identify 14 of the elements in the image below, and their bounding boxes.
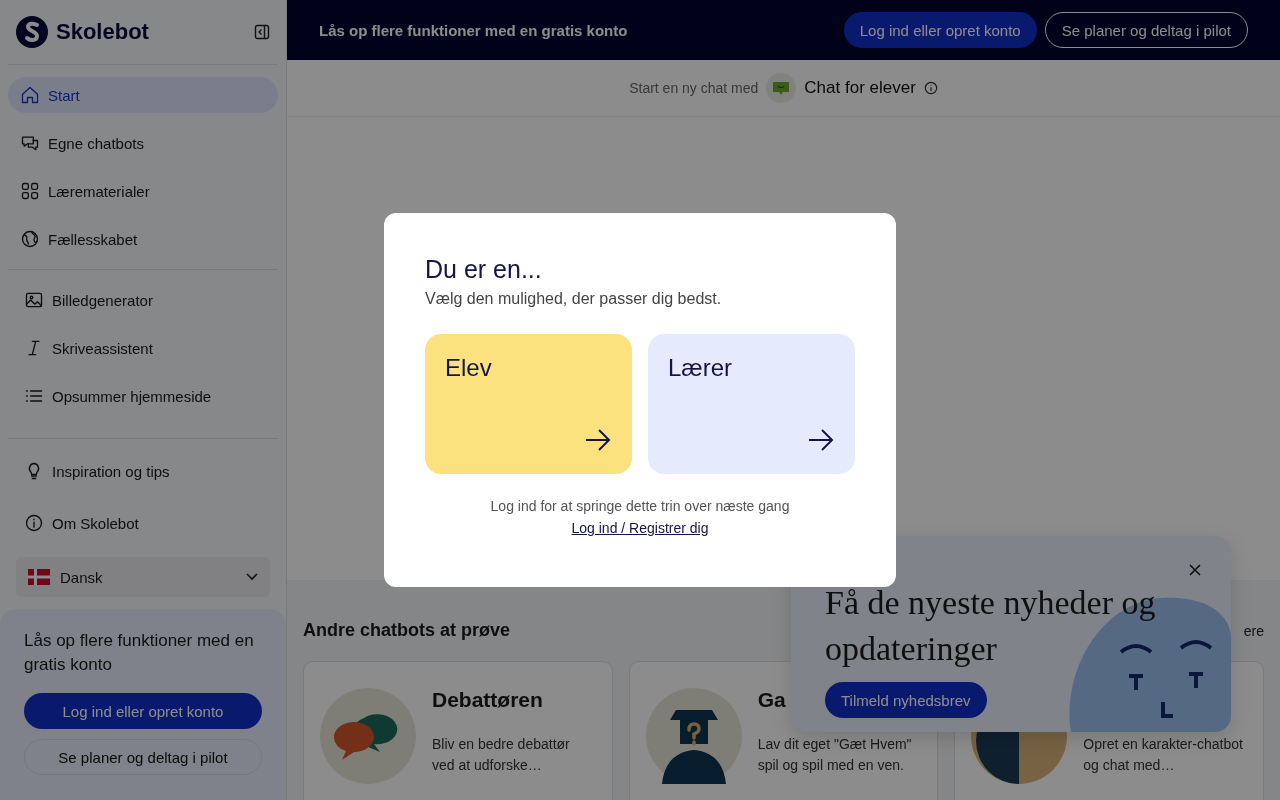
dialog-subtitle: Vælg den mulighed, der passer dig bedst. [425,290,723,308]
card-title: Ga [757,688,786,712]
card-title: Debattøren [432,688,543,712]
promo-text: Lås op flere funktioner med en gratis konto [24,630,255,676]
chat-prefix-label: Start en ny chat med [629,80,759,96]
section-title: Andre chatbots at prøve [303,620,511,641]
dialog-title: Du er en... [425,255,543,284]
brand-name: Skolebot [56,19,149,45]
card-description: Bliv en bedre debattør ved at udforske… [432,735,571,775]
banner-text: Lås op flere funktioner med en gratis konto [319,21,628,39]
card-description: Opret en karakter-chatbot og chat med… [1083,735,1244,775]
language-label: Dansk [60,568,103,586]
card-description: Lav dit eget "Gæt Hvem" spil og spil med en ven. [757,735,913,775]
dialog-note: Log ind for at springe dette trin over næste gang [489,498,791,514]
